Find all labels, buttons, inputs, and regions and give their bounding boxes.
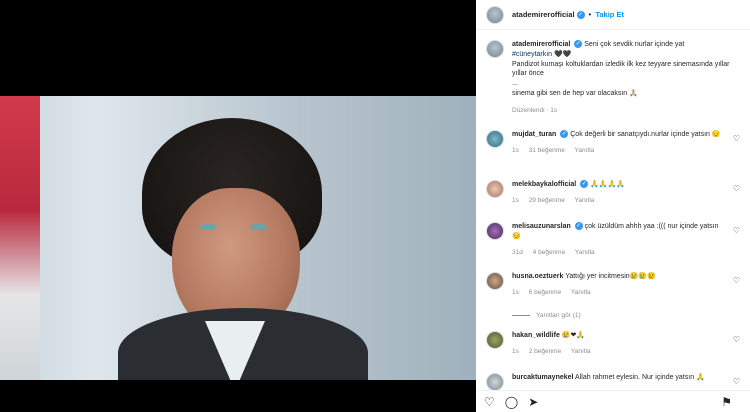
reply-button[interactable]: Yanıtla	[575, 197, 595, 204]
comment-text: 🙏🙏🙏🙏	[590, 181, 625, 188]
comment: burcaktumaynekel Allah rahmet eylesin. N…	[486, 373, 744, 391]
verified-icon: ✓	[560, 130, 569, 139]
avatar[interactable]	[486, 180, 504, 198]
avatar[interactable]	[486, 222, 504, 240]
bookmark-icon[interactable]: ⚑	[721, 395, 732, 409]
avatar[interactable]	[486, 373, 504, 391]
reply-button[interactable]: Yanıtla	[575, 249, 595, 256]
reply-button[interactable]: Yanıtla	[571, 348, 591, 355]
caption-line-3: ...	[512, 80, 518, 88]
hashtag-link[interactable]: #cüneytarkın	[512, 51, 552, 58]
comment-meta: 1s 6 beğenme Yanıtla	[512, 289, 744, 296]
verified-icon: ✓	[576, 10, 585, 19]
comment-username[interactable]: mujdat_turan	[512, 131, 556, 138]
verified-icon: ✓	[574, 222, 583, 231]
comment-time: 1s	[512, 348, 519, 355]
follow-button[interactable]: Takip Et	[595, 10, 624, 19]
comment-text: Çok değerli bir sanatçıydı.nurlar içinde…	[570, 131, 721, 138]
avatar[interactable]	[486, 331, 504, 349]
comment-meta: 1s 29 beğenme Yanıtla	[512, 197, 744, 204]
comment-username[interactable]: husna.oeztuerk	[512, 273, 563, 280]
comment-meta: 31d 4 beğenme Yanıtla	[512, 249, 744, 256]
avatar[interactable]	[486, 40, 504, 58]
heart-icon[interactable]: ♡	[733, 226, 740, 235]
verified-icon: ✓	[574, 40, 583, 49]
heart-icon[interactable]: ♡	[733, 377, 740, 386]
comment: melisauzunarslan ✓ çok üzüldüm ahhh yaa …	[486, 222, 744, 256]
post-side-panel: atademirerofficial ✓ • Takip Et atademir…	[476, 0, 750, 412]
post-photo	[0, 96, 476, 380]
comment-likes[interactable]: 29 beğenme	[529, 197, 565, 204]
comment: mujdat_turan ✓ Çok değerli bir sanatçıyd…	[486, 130, 744, 154]
comment-likes[interactable]: 2 beğenme	[529, 348, 562, 355]
separator-dot: •	[588, 10, 592, 19]
comment-time: 31d	[512, 249, 523, 256]
heart-icon[interactable]: ♡	[484, 395, 495, 409]
caption-hashtag-suffix: 🖤🖤	[552, 50, 572, 58]
action-bar: ♡ ◯ ➤ ⚑	[476, 390, 750, 412]
heart-icon[interactable]: ♡	[733, 184, 740, 193]
comment-text: Allah rahmet eylesin. Nur içinde yatsın …	[575, 374, 705, 381]
comment-likes[interactable]: 4 beğenme	[533, 249, 566, 256]
view-replies-button[interactable]: Yanıtları gör (1)	[512, 312, 581, 319]
comment-username[interactable]: melisauzunarslan	[512, 223, 571, 230]
comment: husna.oeztuerk Yattığı yer incitmesin😢😢😢…	[486, 272, 744, 296]
caption-line-2: Pandizot kumaşı koltuklardan izledik ilk…	[512, 60, 730, 78]
comment-meta: 1s 2 beğenme Yanıtla	[512, 348, 744, 355]
caption-text: Seni çok sevdik nurlar içinde yat	[584, 41, 685, 48]
background-curtain	[0, 96, 40, 380]
comment-text: Yattığı yer incitmesin😢😢😢	[565, 273, 656, 280]
caption-username[interactable]: atademirerofficial	[512, 41, 570, 48]
comment-meta: 1s 31 beğenme Yanıtla	[512, 147, 744, 154]
comment-time: 1s	[512, 147, 519, 154]
verified-icon: ✓	[580, 180, 589, 189]
comment-time: 1s	[512, 289, 519, 296]
comment: hakan_wildlife 😢❤🙏 1s 2 beğenme Yanıtla …	[486, 331, 744, 355]
comment-time: 1s	[512, 197, 519, 204]
heart-icon[interactable]: ♡	[733, 134, 740, 143]
avatar[interactable]	[486, 5, 504, 24]
avatar[interactable]	[486, 130, 504, 148]
author-username[interactable]: atademirerofficial	[512, 10, 575, 19]
share-icon[interactable]: ➤	[528, 395, 538, 409]
heart-icon[interactable]: ♡	[733, 335, 740, 344]
comment-username[interactable]: hakan_wildlife	[512, 332, 560, 339]
comment-text: 😢❤🙏	[561, 332, 586, 339]
avatar[interactable]	[486, 272, 504, 290]
comment-likes[interactable]: 6 beğenme	[529, 289, 562, 296]
comment-icon[interactable]: ◯	[505, 395, 518, 409]
reply-button[interactable]: Yanıtla	[575, 147, 595, 154]
right-eye	[250, 224, 268, 230]
caption-meta: Düzenlendi · 1s	[512, 106, 558, 114]
reply-button[interactable]: Yanıtla	[571, 289, 591, 296]
post-caption: atademirerofficial ✓ Seni çok sevdik nur…	[486, 40, 744, 114]
post-media[interactable]	[0, 0, 476, 412]
comment-username[interactable]: melekbaykalofficial	[512, 181, 576, 188]
comment-username[interactable]: burcaktumaynekel	[512, 374, 573, 381]
comment-likes[interactable]: 31 beğenme	[529, 147, 565, 154]
heart-icon[interactable]: ♡	[733, 276, 740, 285]
left-eye	[199, 224, 217, 230]
post-header: atademirerofficial ✓ • Takip Et	[476, 0, 750, 30]
comment: melekbaykalofficial ✓ 🙏🙏🙏🙏 1s 29 beğenme…	[486, 180, 744, 204]
caption-line-4: sinema gibi sen de hep var olacaksın 🙏🏼	[512, 89, 638, 97]
